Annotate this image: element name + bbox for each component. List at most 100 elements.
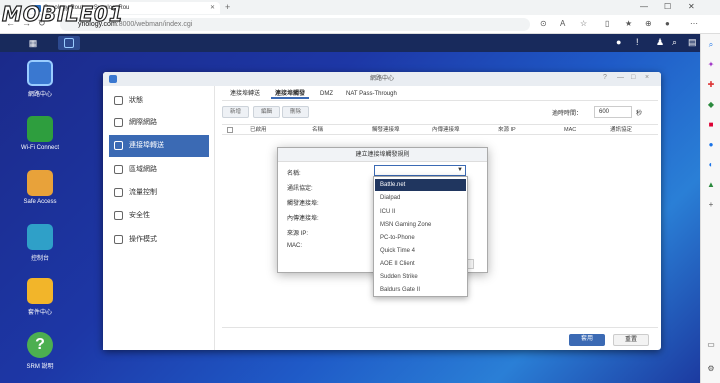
search-icon[interactable]: ⌕ xyxy=(672,37,677,48)
edit-button[interactable]: 編輯 xyxy=(253,106,281,118)
select-all-checkbox[interactable] xyxy=(227,127,233,133)
column-enabled[interactable]: 已啟用 xyxy=(250,125,267,135)
source-ip-label: 來源 IP: xyxy=(287,231,309,237)
split-screen-icon[interactable]: ▯ xyxy=(605,19,609,28)
dropdown-option[interactable]: AOE II Client xyxy=(375,258,466,270)
apply-button[interactable]: 套用 xyxy=(569,334,605,346)
create-button[interactable]: 新增 xyxy=(222,106,250,118)
column-trigger-port[interactable]: 觸發連接埠 xyxy=(372,125,400,135)
shield-icon xyxy=(114,211,123,220)
dialog-title: 建立連接埠觸發規則 xyxy=(278,148,487,162)
close-window-icon[interactable]: ✕ xyxy=(688,2,695,11)
sidebar-item-port-forwarding[interactable]: 連接埠轉送 xyxy=(109,135,209,157)
favorite-icon[interactable]: ☆ xyxy=(580,19,587,28)
widgets-icon[interactable]: ▤ xyxy=(688,37,697,48)
sidebar-item-local-network[interactable]: 區域網路 xyxy=(109,159,209,181)
maximize-icon[interactable]: ☐ xyxy=(664,2,671,11)
sidebar-item-internet[interactable]: 網際網路 xyxy=(109,112,209,134)
dropdown-option[interactable]: MSN Gaming Zone xyxy=(375,219,466,231)
column-name[interactable]: 名稱 xyxy=(312,125,323,135)
tab-dmz[interactable]: DMZ xyxy=(316,89,337,99)
desktop-icon-package-center[interactable]: 套件中心 xyxy=(10,278,70,316)
chat-icon[interactable]: ● xyxy=(616,37,621,47)
desktop-icon-network-center[interactable]: 網路中心 xyxy=(10,60,70,98)
dropdown-option[interactable]: Quick Time 4 xyxy=(375,245,466,257)
sidebar-item-security[interactable]: 安全性 xyxy=(109,205,209,227)
column-protocol[interactable]: 通訊協定 xyxy=(610,125,632,135)
sidebar-item-operation-mode[interactable]: 操作模式 xyxy=(109,229,209,251)
window-title-bar[interactable]: 網路中心 xyxy=(103,72,661,86)
name-select[interactable]: ▼ xyxy=(374,165,466,176)
traffic-icon xyxy=(114,188,123,197)
tab-port-triggering[interactable]: 連接埠觸發 xyxy=(271,89,310,99)
address-bar[interactable]: ynology.com:8000/webman/index.cgi xyxy=(60,18,530,31)
help-button[interactable]: ? xyxy=(603,74,607,81)
sidebar-item-label: 操作模式 xyxy=(129,236,157,243)
more-icon[interactable]: ⋯ xyxy=(690,19,698,28)
column-mac[interactable]: MAC xyxy=(564,125,576,135)
dsm-taskbar: ▦ ● ! ♟ ⌕ ▤ xyxy=(0,34,700,52)
desktop-icon-srm-help[interactable]: ? SRM 說明 xyxy=(10,332,70,370)
taskbar-network-center[interactable] xyxy=(58,36,80,50)
outlook-icon[interactable]: ● xyxy=(706,140,716,150)
profile-icon[interactable]: ● xyxy=(665,19,670,28)
tab-nat-pass-through[interactable]: NAT Pass-Through xyxy=(342,89,401,99)
games-icon[interactable]: ◆ xyxy=(706,100,716,110)
timeout-label: 逾時時間： xyxy=(552,111,583,117)
minimize-icon[interactable]: — xyxy=(640,2,648,11)
package-center-icon xyxy=(27,278,53,304)
settings-gear-icon[interactable]: ⚙ xyxy=(706,364,716,374)
user-icon[interactable]: ♟ xyxy=(656,37,664,48)
main-menu-icon[interactable]: ▦ xyxy=(24,36,42,50)
read-aloud-icon[interactable]: ⊙ xyxy=(540,19,547,28)
notification-icon[interactable]: ! xyxy=(636,37,639,47)
desktop-label: SRM 說明 xyxy=(26,364,54,370)
column-incoming-port[interactable]: 內傳連接埠 xyxy=(432,125,460,135)
delete-button[interactable]: 刪除 xyxy=(282,106,310,118)
minimize-button[interactable]: — xyxy=(617,74,624,81)
dropdown-option[interactable]: Dialpad xyxy=(375,192,466,204)
control-panel-icon xyxy=(27,224,53,250)
timeout-input[interactable]: 600 xyxy=(594,106,632,118)
tab-port-forwarding[interactable]: 連接埠轉送 xyxy=(226,89,264,99)
sidebar-item-label: 流量控制 xyxy=(129,189,157,196)
reset-button[interactable]: 重置 xyxy=(613,334,649,346)
office-icon[interactable]: ■ xyxy=(706,120,716,130)
dropdown-option[interactable]: Battle.net xyxy=(375,179,466,191)
collections-icon[interactable]: ★ xyxy=(625,19,632,28)
footer-divider xyxy=(222,327,658,328)
drop-icon[interactable]: ◐ xyxy=(706,160,716,170)
font-icon[interactable]: A xyxy=(560,19,565,28)
sidebar: 狀態 網際網路 連接埠轉送 區域網路 流量控制 安全性 操作模式 xyxy=(103,86,215,350)
tab-close-icon[interactable]: ✕ xyxy=(210,2,215,14)
browser-sidebar: ⌕ ✦ ✚ ◆ ■ ● ◐ ▲ + ▭ ⚙ xyxy=(700,34,720,383)
network-icon xyxy=(114,165,123,174)
dropdown-option[interactable]: ICU II xyxy=(375,206,466,218)
sidebar-item-traffic-control[interactable]: 流量控制 xyxy=(109,182,209,204)
protocol-label: 通訊協定: xyxy=(287,186,313,192)
address-path: :8000/webman/index.cgi xyxy=(116,21,193,28)
status-icon xyxy=(114,96,123,105)
desktop-icon-control-panel[interactable]: 控制台 xyxy=(10,224,70,262)
network-center-task-icon xyxy=(64,38,74,48)
column-source-ip[interactable]: 來源 IP xyxy=(498,125,516,135)
shopping-icon[interactable]: ✦ xyxy=(706,60,716,70)
desktop-icon-wifi-connect[interactable]: Wi-Fi Connect xyxy=(10,116,70,151)
search-sidebar-icon[interactable]: ⌕ xyxy=(706,40,716,50)
dropdown-option[interactable]: PC-to-Phone xyxy=(375,232,466,244)
tab-divider xyxy=(222,100,658,101)
dropdown-option[interactable]: Sudden Strike xyxy=(375,271,466,283)
maximize-button[interactable]: □ xyxy=(631,74,635,81)
downloads-icon[interactable]: ⊕ xyxy=(645,19,652,28)
close-button[interactable]: × xyxy=(645,74,649,81)
new-tab-button[interactable]: + xyxy=(225,2,230,12)
tree-icon[interactable]: ▲ xyxy=(706,180,716,190)
window-app-icon xyxy=(109,75,117,83)
tools-icon[interactable]: ✚ xyxy=(706,80,716,90)
chevron-down-icon: ▼ xyxy=(457,167,463,173)
panel-icon[interactable]: ▭ xyxy=(706,340,716,350)
sidebar-item-status[interactable]: 狀態 xyxy=(109,90,209,112)
dropdown-option[interactable]: Baldurs Gate II xyxy=(375,284,466,296)
desktop-icon-safe-access[interactable]: Safe Access xyxy=(10,170,70,205)
add-sidebar-icon[interactable]: + xyxy=(706,200,716,210)
